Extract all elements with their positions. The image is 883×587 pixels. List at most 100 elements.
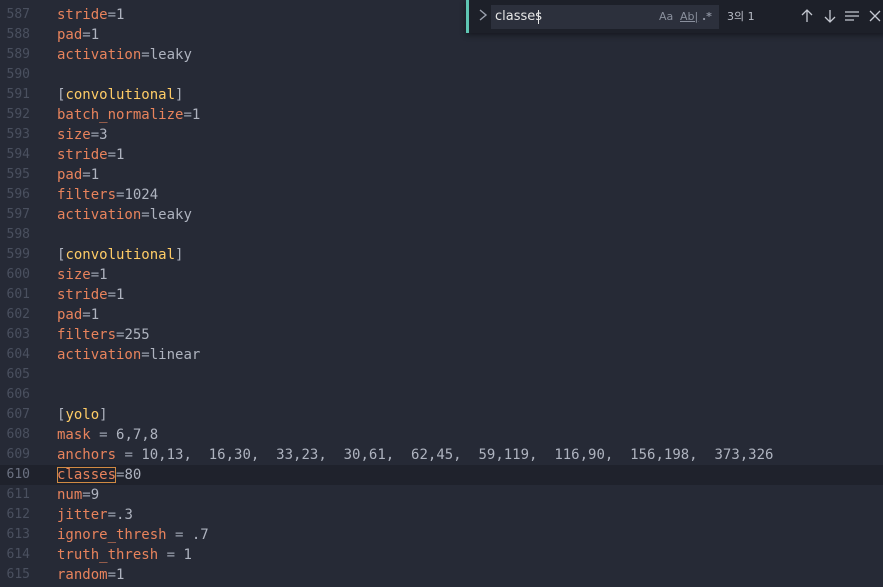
config-key: batch_normalize [57, 107, 184, 123]
config-key: stride [57, 147, 108, 163]
config-value: 1 [116, 567, 125, 583]
code-line[interactable]: 592 batch_normalize=1 [0, 105, 883, 125]
match-case-toggle[interactable]: Aa [659, 9, 673, 25]
code-line[interactable]: 595 pad=1 [0, 165, 883, 185]
config-value: 1 [116, 7, 125, 23]
line-number: 613 [6, 527, 30, 542]
config-value: 1 [183, 547, 192, 563]
config-value: .7 [191, 527, 209, 543]
config-key: size [57, 127, 91, 143]
arrow-down-icon [824, 10, 836, 23]
config-key: random [57, 567, 108, 583]
previous-match-button[interactable] [798, 7, 816, 25]
code-line[interactable]: 614 truth_thresh = 1 [0, 545, 883, 565]
code-text: size=1 [57, 265, 108, 285]
equals-sign: = [82, 487, 91, 503]
code-line[interactable]: 589 activation=leaky [0, 45, 883, 65]
code-text: batch_normalize=1 [57, 105, 200, 125]
equals-sign: = [107, 507, 117, 523]
config-value: leaky [149, 47, 192, 63]
config-value: 80 [124, 467, 142, 483]
code-line[interactable]: 604 activation=linear [0, 345, 883, 365]
find-in-selection-button[interactable] [843, 7, 861, 25]
equals-sign: = [107, 287, 117, 303]
line-number: 594 [6, 147, 30, 162]
config-key: stride [57, 7, 108, 23]
equals-sign: = [158, 547, 184, 563]
code-line[interactable]: 615 random=1 [0, 565, 883, 585]
equals-sign: = [82, 167, 91, 183]
code-text: [convolutional] [57, 85, 183, 105]
search-match-highlight: classes [57, 467, 117, 483]
code-line[interactable]: 609 anchors = 10,13, 16,30, 33,23, 30,61,… [0, 445, 883, 465]
code-line[interactable]: 602 pad=1 [0, 305, 883, 325]
equals-sign: = [141, 347, 150, 363]
code-line[interactable]: 591 [convolutional] [0, 85, 883, 105]
code-line[interactable]: 601 stride=1 [0, 285, 883, 305]
code-text: filters=1024 [57, 185, 158, 205]
code-line[interactable]: 596 filters=1024 [0, 185, 883, 205]
config-key: filters [57, 187, 117, 203]
line-number: 612 [6, 507, 30, 522]
config-key: mask [57, 427, 91, 443]
line-number: 607 [6, 407, 30, 422]
config-value: 1 [116, 147, 125, 163]
close-bracket: ] [175, 247, 184, 263]
code-text: pad=1 [57, 165, 99, 185]
line-number: 587 [6, 7, 30, 22]
regex-toggle[interactable]: .* [702, 9, 712, 25]
code-text: anchors = 10,13, 16,30, 33,23, 30,61, 62… [57, 445, 773, 465]
code-line[interactable]: 607 [yolo] [0, 405, 883, 425]
next-match-button[interactable] [821, 7, 839, 25]
config-key: activation [57, 347, 142, 363]
code-text: activation=leaky [57, 205, 192, 225]
equals-sign: = [90, 427, 117, 443]
code-line[interactable]: 605 [0, 365, 883, 385]
code-line[interactable]: 611 num=9 [0, 485, 883, 505]
equals-sign: = [107, 567, 117, 583]
code-line[interactable]: 612 jitter=.3 [0, 505, 883, 525]
config-key: pad [57, 307, 83, 323]
code-line[interactable]: 590 [0, 65, 883, 85]
code-editor[interactable]: 587 stride=1 588 pad=1 589 activation=leaky 59… [0, 0, 883, 587]
line-number: 596 [6, 187, 30, 202]
code-line[interactable]: 608 mask = 6,7,8 [0, 425, 883, 445]
config-key: stride [57, 287, 108, 303]
config-value: 3 [99, 127, 108, 143]
config-value: linear [149, 347, 201, 363]
code-line[interactable]: 599 [convolutional] [0, 245, 883, 265]
section-header: yolo [65, 407, 100, 423]
code-line[interactable]: 610 classes=80 [0, 465, 883, 485]
line-number: 608 [6, 427, 30, 442]
code-text: stride=1 [57, 145, 124, 165]
find-input[interactable] [495, 5, 645, 29]
line-number: 593 [6, 127, 30, 142]
code-line[interactable]: 594 stride=1 [0, 145, 883, 165]
code-text: activation=linear [57, 345, 200, 365]
code-line[interactable]: 613 ignore_thresh = .7 [0, 525, 883, 545]
code-text: truth_thresh = 1 [57, 545, 192, 565]
code-line[interactable]: 598 [0, 225, 883, 245]
code-line[interactable]: 603 filters=255 [0, 325, 883, 345]
code-line[interactable]: 593 size=3 [0, 125, 883, 145]
config-value: 1 [99, 267, 108, 283]
code-text: classes=80 [57, 465, 141, 485]
config-key: filters [57, 327, 117, 343]
whole-word-toggle[interactable]: Ab| [680, 9, 698, 25]
config-value: 10,13, 16,30, 33,23, 30,61, 62,45, 59,11… [141, 447, 774, 463]
close-find-button[interactable] [866, 7, 883, 25]
find-widget: Aa Ab| .* 3의 1 [466, 0, 883, 33]
line-number: 606 [6, 387, 30, 402]
equals-sign: = [107, 147, 117, 163]
code-line[interactable]: 597 activation=leaky [0, 205, 883, 225]
config-key: pad [57, 167, 83, 183]
equals-sign: = [82, 307, 91, 323]
config-key: num [57, 487, 83, 503]
code-text: [convolutional] [57, 245, 183, 265]
equals-sign: = [166, 527, 192, 543]
line-number: 609 [6, 447, 30, 462]
line-number: 598 [6, 227, 30, 242]
code-line[interactable]: 600 size=1 [0, 265, 883, 285]
code-line[interactable]: 606 [0, 385, 883, 405]
toggle-replace-button[interactable] [475, 8, 491, 26]
